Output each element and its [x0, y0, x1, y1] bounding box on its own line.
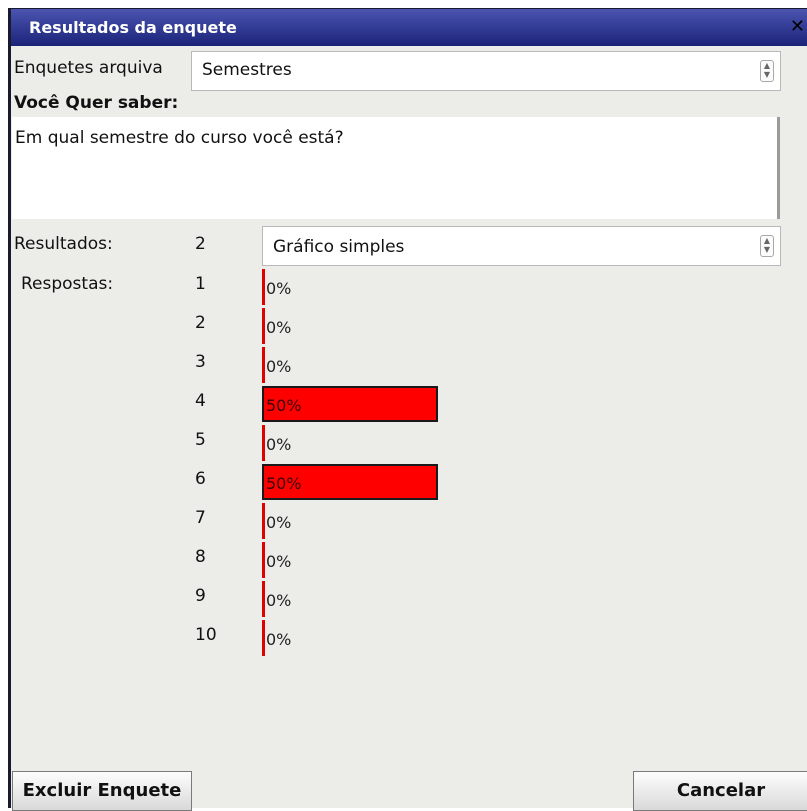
chart-type-select[interactable]: Gráfico simples ▲ ▼	[262, 226, 781, 266]
cancel-button[interactable]: Cancelar	[633, 771, 807, 811]
answer-bar	[262, 308, 265, 344]
answer-number: 4	[195, 391, 206, 411]
answer-number: 7	[195, 508, 206, 528]
answer-percent-label: 0%	[266, 513, 292, 532]
answer-percent-label: 50%	[266, 396, 302, 415]
answer-number: 8	[195, 547, 206, 567]
answer-percent-label: 0%	[266, 318, 292, 337]
answer-percent-label: 0%	[266, 630, 292, 649]
answer-bar	[262, 581, 265, 617]
answer-bar	[262, 425, 265, 461]
results-label: Resultados:	[14, 234, 113, 254]
answer-percent-label: 0%	[266, 357, 292, 376]
answer-bar	[262, 542, 265, 578]
delete-poll-button[interactable]: Excluir Enquete	[12, 771, 192, 811]
answer-bar	[262, 620, 265, 656]
close-icon[interactable]: ✕	[790, 17, 805, 37]
answers-label: Respostas:	[21, 274, 114, 294]
results-count: 2	[195, 234, 206, 254]
question-label: Você Quer saber:	[14, 93, 179, 113]
answer-bar	[262, 347, 265, 383]
question-text: Em qual semestre do curso você está?	[15, 128, 344, 148]
question-textarea[interactable]: Em qual semestre do curso você está?	[12, 117, 780, 219]
answer-percent-label: 0%	[266, 279, 292, 298]
answer-number: 6	[195, 469, 206, 489]
answer-number: 1	[195, 274, 206, 294]
answer-number: 10	[195, 625, 217, 645]
answer-number: 3	[195, 352, 206, 372]
answer-number: 5	[195, 430, 206, 450]
chart-type-value: Gráfico simples	[273, 237, 405, 257]
archived-polls-label: Enquetes arquiva	[14, 58, 163, 78]
answer-number: 9	[195, 586, 206, 606]
answer-number: 2	[195, 313, 206, 333]
answer-bar	[262, 503, 265, 539]
answer-bar	[262, 269, 265, 305]
spinner-arrows-icon[interactable]: ▲ ▼	[760, 60, 774, 82]
answer-percent-label: 0%	[266, 435, 292, 454]
answer-percent-label: 0%	[266, 591, 292, 610]
answer-percent-label: 50%	[266, 474, 302, 493]
spinner-arrows-icon[interactable]: ▲ ▼	[760, 235, 774, 257]
archived-polls-value: Semestres	[202, 60, 292, 80]
dialog-titlebar[interactable]: Resultados da enquete ✕	[11, 9, 807, 46]
archived-polls-select[interactable]: Semestres ▲ ▼	[191, 51, 781, 91]
dialog-title: Resultados da enquete	[29, 18, 237, 37]
poll-results-dialog: Resultados da enquete ✕ Enquetes arquiva…	[8, 8, 807, 811]
answer-percent-label: 0%	[266, 552, 292, 571]
